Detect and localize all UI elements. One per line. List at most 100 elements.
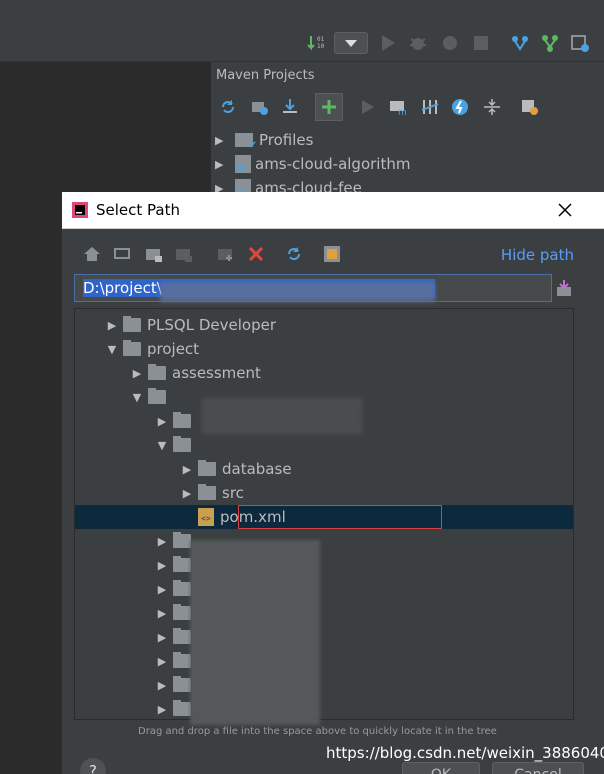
sort-icon[interactable]: 0110 — [307, 33, 327, 53]
redacted-folder-names — [190, 540, 320, 725]
run-icon[interactable] — [378, 33, 398, 53]
tree-item-folder[interactable]: ▶ src — [75, 481, 573, 505]
refresh-icon[interactable] — [282, 242, 306, 266]
expand-arrow-icon[interactable]: ▶ — [151, 679, 173, 692]
vcs-update-icon[interactable] — [510, 33, 530, 53]
folder-icon: ✔ — [235, 133, 257, 151]
new-folder-icon[interactable] — [214, 242, 238, 266]
tree-item-folder[interactable]: ▶ — [75, 601, 573, 625]
tree-item-folder[interactable]: ▶ — [75, 529, 573, 553]
download-icon[interactable] — [279, 96, 301, 118]
expand-arrow-icon[interactable]: ▶ — [151, 631, 173, 644]
chevron-down-icon — [345, 40, 357, 47]
tree-item-folder[interactable]: ▶ database — [75, 457, 573, 481]
intellij-logo-icon — [72, 202, 88, 218]
tree-item-folder[interactable]: ▶ PLSQL Developer — [75, 313, 573, 337]
tree-item-folder[interactable]: ▶ assessment — [75, 361, 573, 385]
add-icon[interactable] — [315, 93, 343, 121]
folder-icon — [173, 580, 191, 596]
folder-icon — [173, 700, 191, 716]
run-icon[interactable] — [357, 96, 379, 118]
folder-icon — [173, 532, 191, 548]
folder-icon — [173, 412, 191, 428]
collapse-arrow-icon[interactable]: ▼ — [101, 343, 123, 356]
svg-text:10: 10 — [317, 43, 325, 50]
expand-arrow-icon[interactable]: ▶ — [151, 415, 173, 428]
tree-item-label: src — [222, 484, 244, 502]
stop-icon[interactable] — [471, 33, 491, 53]
expand-arrow-icon[interactable]: ▶ — [151, 703, 173, 716]
settings-icon[interactable] — [519, 96, 541, 118]
coverage-icon[interactable] — [440, 33, 460, 53]
tree-item-folder[interactable]: ▶ — [75, 649, 573, 673]
folder-icon — [123, 340, 141, 356]
tree-item-module[interactable]: ▶ m ams-cloud-algorithm — [211, 152, 604, 176]
delete-icon[interactable] — [244, 242, 268, 266]
dialog-titlebar: Select Path — [62, 192, 604, 229]
collapse-arrow-icon[interactable]: ▼ — [126, 391, 148, 404]
dialog-title: Select Path — [96, 201, 180, 219]
tree-item-folder[interactable]: ▶ — [75, 553, 573, 577]
panel-title: Maven Projects — [216, 68, 315, 83]
xml-file-icon: <> — [198, 508, 214, 526]
ok-button[interactable]: OK — [402, 762, 480, 774]
tree-item-folder[interactable]: ▶ — [75, 625, 573, 649]
desktop-icon[interactable] — [110, 242, 134, 266]
folder-icon — [123, 316, 141, 332]
redacted-path — [160, 282, 435, 302]
tree-item-profiles[interactable]: ▶ ✔ Profiles — [211, 128, 604, 152]
vcs-commit-icon[interactable] — [540, 33, 560, 53]
module-icon[interactable] — [172, 242, 196, 266]
show-hidden-icon[interactable] — [320, 242, 344, 266]
expand-arrow-icon[interactable]: ▶ — [151, 607, 173, 620]
expand-arrow-icon[interactable]: ▶ — [126, 367, 148, 380]
tree-item-label: ams-cloud-algorithm — [255, 155, 411, 173]
toggle-offline-icon[interactable] — [419, 96, 441, 118]
collapse-arrow-icon[interactable]: ▼ — [151, 439, 173, 452]
tree-item-label: database — [222, 460, 292, 478]
tree-item-folder[interactable]: ▶ — [75, 697, 573, 719]
expand-arrow-icon[interactable]: ▶ — [151, 583, 173, 596]
folder-icon — [173, 628, 191, 644]
expand-arrow-icon[interactable]: ▶ — [215, 134, 235, 147]
reimport-icon[interactable] — [217, 96, 239, 118]
expand-arrow-icon[interactable]: ▶ — [176, 487, 198, 500]
tree-item-label: Profiles — [259, 131, 314, 149]
folder-icon — [198, 484, 216, 500]
expand-arrow-icon[interactable]: ▶ — [101, 319, 123, 332]
expand-arrow-icon[interactable]: ▶ — [151, 655, 173, 668]
tree-item-folder[interactable]: ▶ — [75, 577, 573, 601]
expand-arrow-icon[interactable]: ▶ — [176, 463, 198, 476]
tree-item-folder[interactable]: ▶ — [75, 673, 573, 697]
hide-path-link[interactable]: Hide path — [501, 246, 574, 264]
collapse-icon[interactable] — [481, 96, 503, 118]
help-button[interactable]: ? — [80, 758, 106, 774]
expand-arrow-icon[interactable]: ▶ — [151, 559, 173, 572]
project-icon[interactable] — [142, 242, 166, 266]
folder-icon — [173, 604, 191, 620]
generate-sources-icon[interactable] — [249, 96, 271, 118]
execute-goal-icon[interactable]: m — [387, 96, 409, 118]
run-config-dropdown[interactable] — [334, 32, 368, 54]
drag-drop-hint: Drag and drop a file into the space abov… — [138, 726, 497, 737]
path-history-icon[interactable] — [556, 279, 572, 297]
folder-icon — [198, 460, 216, 476]
vcs-history-icon[interactable] — [570, 33, 590, 53]
home-icon[interactable] — [80, 242, 104, 266]
tree-item-label: PLSQL Developer — [147, 316, 277, 334]
close-icon[interactable] — [558, 203, 572, 217]
file-tree[interactable]: ▶ PLSQL Developer ▼ project ▶ assessment ▼ ▶ ▼ ▶ d… — [74, 308, 574, 720]
folder-icon — [148, 364, 166, 380]
cancel-button[interactable]: Cancel — [492, 762, 584, 774]
skip-tests-icon[interactable] — [449, 96, 471, 118]
watermark: https://blog.csdn.net/weixin_38860401 — [326, 744, 604, 762]
folder-icon — [148, 388, 166, 404]
select-path-dialog: Select Path Hide path ▶ PLSQL Developer ▼ p… — [62, 192, 604, 774]
tree-item-folder[interactable]: ▼ — [75, 433, 573, 457]
debug-icon[interactable] — [408, 33, 428, 53]
expand-arrow-icon[interactable]: ▶ — [215, 158, 235, 171]
tree-item-folder[interactable]: ▼ project — [75, 337, 573, 361]
expand-arrow-icon[interactable]: ▶ — [151, 535, 173, 548]
ide-toolbar: 01 10 — [0, 0, 604, 62]
folder-icon — [173, 652, 191, 668]
